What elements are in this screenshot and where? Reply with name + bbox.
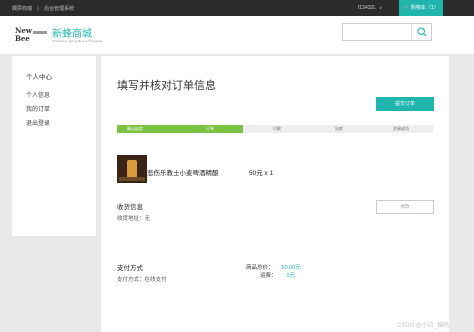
site-logo[interactable]: New Bee bbox=[15, 26, 47, 46]
page-title: 填写并核对订单信息 bbox=[117, 80, 216, 92]
top-bar: 欄夢商瑞 | 后台管理系统 f13432L ∨ 🛒 购物车（1） bbox=[0, 0, 474, 16]
progress-step-ship: 出库 bbox=[335, 126, 343, 131]
modify-address-button[interactable]: 修改 bbox=[376, 200, 434, 214]
progress-step-order: 订单 bbox=[206, 126, 214, 131]
site-header: New Bee 新蜂商城 Powered by Spring Boot & Th… bbox=[0, 16, 474, 54]
shipping-fee: 运费： 0元 bbox=[260, 271, 295, 279]
progress-step-pay: 付款 bbox=[273, 126, 281, 131]
product-price: 50元 x 1 bbox=[249, 170, 274, 177]
search-input[interactable] bbox=[342, 23, 432, 41]
cart-label: 购物车（1） bbox=[410, 5, 439, 11]
progress-step-confirm: 确认核实 bbox=[127, 126, 143, 131]
product-image[interactable] bbox=[117, 155, 147, 183]
brand-name: 新蜂商城 bbox=[52, 29, 92, 40]
sidebar-title: 个人中心 bbox=[26, 74, 52, 81]
sidebar-item-logout[interactable]: 退出登录 bbox=[26, 118, 50, 127]
sidebar-item-profile[interactable]: 个人信息 bbox=[26, 90, 50, 99]
payment-value: 支付方式：在线支付 bbox=[117, 277, 167, 283]
submit-order-button[interactable]: 提交订单 bbox=[376, 97, 434, 111]
user-menu[interactable]: f13432L ∨ bbox=[358, 5, 382, 11]
watermark: CSDN @小白_编码 bbox=[397, 323, 450, 329]
search-icon bbox=[416, 27, 426, 37]
top-link-admin[interactable]: 后台管理系统 bbox=[44, 6, 74, 12]
top-link-home[interactable]: 欄夢商瑞 bbox=[12, 6, 32, 12]
top-links: 欄夢商瑞 | 后台管理系统 bbox=[12, 6, 75, 12]
chevron-down-icon: ∨ bbox=[379, 5, 383, 10]
shipping-fee-label: 运费： bbox=[260, 273, 277, 279]
progress-step-complete: 交易成功 bbox=[393, 126, 409, 131]
cart-icon: 🛒 bbox=[403, 5, 410, 11]
cart-button[interactable]: 🛒 购物车（1） bbox=[399, 0, 443, 16]
username: f13432L bbox=[358, 5, 377, 11]
goods-total: 商品总价： 50.00元 bbox=[246, 263, 301, 271]
search-button[interactable] bbox=[411, 24, 431, 40]
brand-tagline: Powered by Spring Boot & Thymeleaf bbox=[52, 39, 102, 43]
order-panel: 填写并核对订单信息 提交订单 确认核实 订单 付款 出库 交易成功 悲伤乐教士小… bbox=[101, 56, 449, 332]
product-name[interactable]: 悲伤乐教士小麦啤酒精酿 bbox=[147, 167, 219, 177]
payment-section-title: 支付方式 bbox=[117, 265, 143, 272]
order-progress-bar: 确认核实 订单 付款 出库 交易成功 bbox=[117, 125, 433, 133]
sidebar-item-orders[interactable]: 我的订单 bbox=[26, 104, 50, 113]
sidebar: 个人中心 个人信息 我的订单 退出登录 bbox=[12, 56, 96, 236]
address-section-title: 收货信息 bbox=[117, 204, 143, 211]
shipping-fee-amount: 0元 bbox=[286, 273, 296, 279]
address-value: 收货地址：无 bbox=[117, 216, 151, 222]
